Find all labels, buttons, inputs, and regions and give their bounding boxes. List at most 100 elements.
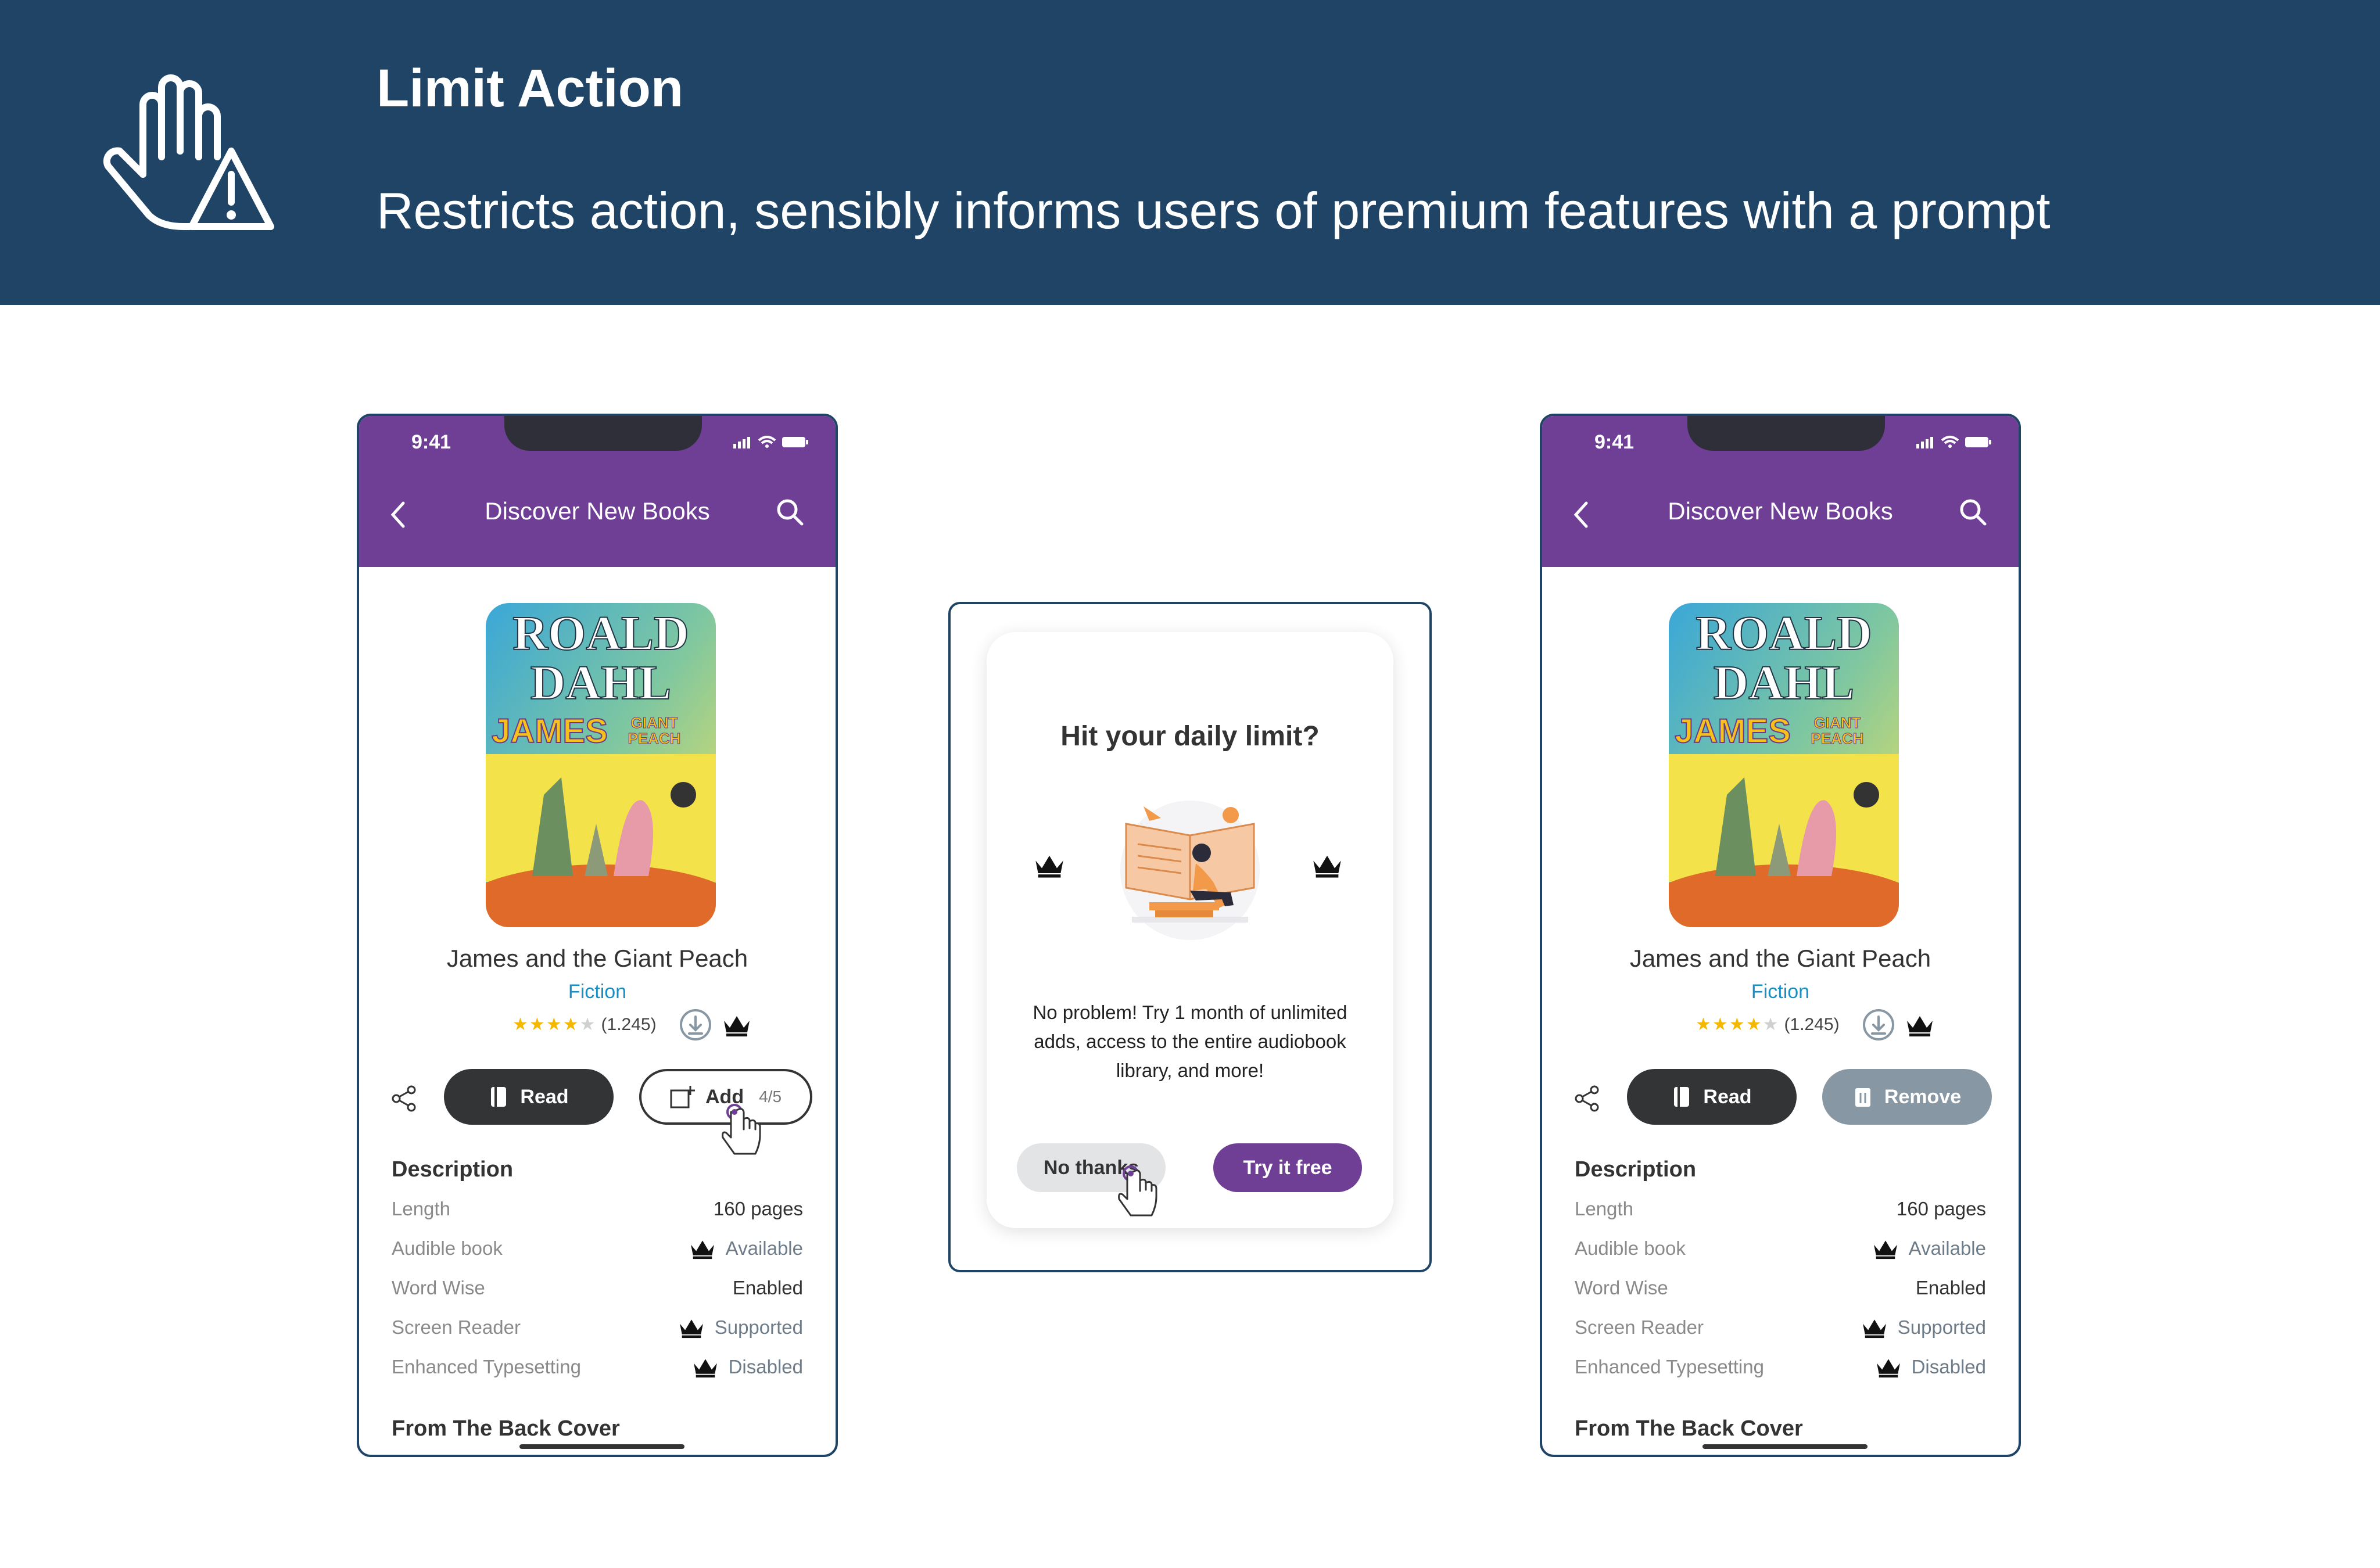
detail-value: Available <box>725 1237 803 1259</box>
star-icon: ★ <box>512 1015 528 1034</box>
svg-text:PEACH: PEACH <box>1811 730 1863 747</box>
detail-label: Enhanced Typesetting <box>1575 1356 1764 1377</box>
home-indicator[interactable] <box>519 1444 684 1449</box>
download-icon[interactable] <box>1862 1008 1895 1042</box>
detail-value-wrap: Available <box>689 1237 803 1260</box>
svg-text:PEACH: PEACH <box>628 730 680 747</box>
detail-label: Word Wise <box>1575 1277 1668 1298</box>
crown-icon <box>690 1240 714 1260</box>
page-title: Limit Action <box>377 59 684 118</box>
star-icon: ★ <box>562 1015 579 1034</box>
remove-button-label: Remove <box>1884 1085 1962 1108</box>
add-to-library-icon <box>670 1086 695 1108</box>
rating-count: (1.245) <box>1784 1015 1840 1034</box>
detail-row-typesetting: Enhanced Typesetting Disabled <box>392 1352 803 1382</box>
detail-row-wordwise: Word Wise Enabled <box>1575 1273 1986 1303</box>
detail-value: Enabled <box>732 1277 803 1298</box>
crown-icon <box>1873 1240 1897 1260</box>
hand-warning-icon <box>103 74 274 230</box>
description-heading: Description <box>392 1157 514 1182</box>
crown-icon <box>693 1359 717 1378</box>
detail-value: 160 pages <box>1896 1198 1986 1219</box>
detail-label: Length <box>1575 1198 1633 1219</box>
app-header: 9:41 Discover New Books <box>1542 416 2019 567</box>
phone-before: 9:41 Discover New Books ROALD DAHL JAMES… <box>357 414 838 1457</box>
svg-text:ROALD: ROALD <box>1696 607 1872 661</box>
detail-row-audible: Audible book Available <box>392 1234 803 1263</box>
page-subtitle: Restricts action, sensibly informs users… <box>377 182 2051 239</box>
read-button[interactable]: Read <box>444 1069 614 1125</box>
home-indicator[interactable] <box>1702 1444 1868 1449</box>
back-cover-heading: From The Back Cover <box>1575 1416 1803 1441</box>
svg-text:GIANT: GIANT <box>631 714 678 731</box>
search-icon[interactable] <box>775 497 805 528</box>
star-icon: ★ <box>529 1015 545 1034</box>
detail-label: Enhanced Typesetting <box>392 1356 581 1377</box>
share-icon[interactable] <box>1572 1084 1601 1113</box>
detail-label: Word Wise <box>392 1277 485 1298</box>
crown-icon <box>723 1016 750 1036</box>
detail-label: Audible book <box>392 1237 503 1259</box>
search-icon[interactable] <box>1958 497 1988 528</box>
modal-frame: Hit your daily limit? No problem! Try 1 … <box>948 602 1432 1272</box>
nav-title: Discover New Books <box>1668 497 1893 525</box>
phone-after: 9:41 Discover New Books ROALD DAHL JAMES… <box>1540 414 2021 1457</box>
book-icon <box>1674 1087 1690 1107</box>
star-empty-icon: ★ <box>579 1015 596 1034</box>
rating-stars: ★ ★ ★ ★ ★ <box>512 1016 596 1034</box>
book-cover[interactable]: ROALD DAHL JAMES GIANT PEACH <box>486 603 716 927</box>
rating-stars: ★ ★ ★ ★ ★ <box>1696 1016 1779 1034</box>
read-button[interactable]: Read <box>1627 1069 1797 1125</box>
detail-value: Enabled <box>1915 1277 1986 1298</box>
detail-row-typesetting: Enhanced Typesetting Disabled <box>1575 1352 1986 1382</box>
download-icon[interactable] <box>679 1008 712 1042</box>
phone-notch <box>1687 416 1885 451</box>
detail-row-screenreader: Screen Reader Supported <box>392 1313 803 1342</box>
detail-value: Supported <box>1897 1316 1986 1338</box>
crown-icon <box>679 1319 703 1339</box>
detail-value: Disabled <box>1911 1356 1986 1377</box>
read-button-label: Read <box>1703 1085 1752 1108</box>
hand-cursor-icon <box>722 1104 761 1155</box>
detail-row-screenreader: Screen Reader Supported <box>1575 1313 1986 1342</box>
book-title: James and the Giant Peach <box>1629 945 1931 972</box>
detail-value: Available <box>1908 1237 1986 1259</box>
detail-row-length: Length 160 pages <box>1575 1194 1986 1223</box>
star-icon: ★ <box>1729 1015 1745 1034</box>
book-cover[interactable]: ROALD DAHL JAMES GIANT PEACH <box>1669 603 1899 927</box>
status-time: 9:41 <box>411 431 451 453</box>
svg-text:GIANT: GIANT <box>1814 714 1861 731</box>
description-heading: Description <box>1575 1157 1697 1182</box>
reading-illustration-icon <box>1120 801 1260 940</box>
try-free-button[interactable]: Try it free <box>1213 1143 1362 1192</box>
detail-value: Disabled <box>728 1356 803 1377</box>
detail-value: 160 pages <box>713 1198 803 1219</box>
star-icon: ★ <box>546 1015 562 1034</box>
status-icons <box>1916 436 1991 448</box>
dialog-title: Hit your daily limit? <box>1060 721 1320 752</box>
star-icon: ★ <box>1696 1015 1711 1034</box>
hand-cursor-icon <box>1118 1165 1157 1217</box>
book-icon <box>491 1087 507 1107</box>
detail-label: Audible book <box>1575 1237 1686 1259</box>
svg-text:DAHL: DAHL <box>531 656 672 710</box>
detail-row-length: Length 160 pages <box>392 1194 803 1223</box>
star-empty-icon: ★ <box>1762 1015 1779 1034</box>
svg-text:JAMES: JAMES <box>492 712 608 750</box>
dialog-message: No problem! Try 1 month of unlimited add… <box>1033 1002 1347 1081</box>
book-genre[interactable]: Fiction <box>359 981 836 1003</box>
svg-text:JAMES: JAMES <box>1675 712 1791 750</box>
book-genre[interactable]: Fiction <box>1542 981 2019 1003</box>
detail-value: Supported <box>714 1316 803 1338</box>
remove-button[interactable]: Remove <box>1822 1069 1992 1125</box>
book-title: James and the Giant Peach <box>446 945 748 972</box>
detail-label: Screen Reader <box>1575 1316 1704 1338</box>
crown-icon <box>1906 1016 1933 1036</box>
share-icon[interactable] <box>389 1084 418 1113</box>
header-banner: Limit Action Restricts action, sensibly … <box>0 0 2380 305</box>
detail-label: Screen Reader <box>392 1316 521 1338</box>
star-icon: ★ <box>1745 1015 1762 1034</box>
svg-text:ROALD: ROALD <box>512 607 689 661</box>
rating-count: (1.245) <box>601 1015 657 1034</box>
svg-text:DAHL: DAHL <box>1714 656 1855 710</box>
